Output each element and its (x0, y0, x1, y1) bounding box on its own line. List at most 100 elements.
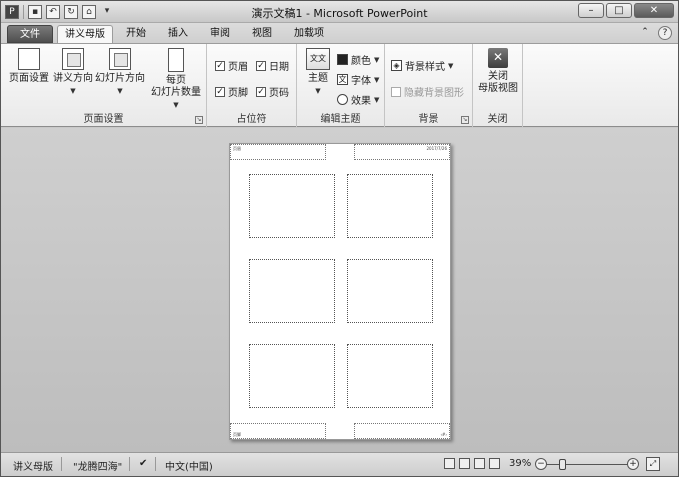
close-master-label-1: 关闭 (488, 71, 508, 82)
tab-addins[interactable]: 加载项 (287, 25, 331, 43)
zoom-level[interactable]: 39% (509, 458, 531, 469)
status-separator (61, 457, 62, 471)
workspace: 页眉 2017/7/26 页脚 ‹#› (1, 128, 678, 452)
handout-page: 页眉 2017/7/26 页脚 ‹#› (229, 143, 451, 440)
page-number-placeholder[interactable]: ‹#› (354, 423, 450, 439)
group-label-placeholders: 占位符 (236, 114, 267, 125)
hide-background-graphics-label: 隐藏背景图形 (404, 88, 464, 99)
status-language[interactable]: 中文(中国) (165, 458, 213, 473)
slide-placeholder-2[interactable] (347, 174, 433, 238)
page-setup-button[interactable]: 页面设置 (9, 48, 49, 85)
close-master-label-2: 母版视图 (478, 83, 518, 94)
checkbox-checked-icon: ✓ (215, 60, 225, 71)
fit-to-window-icon[interactable]: ⤢ (646, 457, 660, 471)
tab-right-controls: ⌃ ? (638, 26, 672, 40)
footer-placeholder[interactable]: 页脚 (230, 423, 326, 439)
group-label-page-setup: 页面设置 (83, 114, 124, 125)
dropdown-arrow-icon: ▼ (173, 101, 179, 109)
slides-per-page-button[interactable]: 每页 幻灯片数量 ▼ (147, 48, 205, 111)
dropdown-arrow-icon: ▼ (70, 87, 76, 95)
slides-per-page-label-2: 幻灯片数量 ▼ (147, 87, 205, 111)
background-styles-button[interactable]: ◈ 背景样式 ▼ (391, 58, 453, 73)
dropdown-arrow-icon: ▼ (315, 87, 321, 95)
background-styles-label: 背景样式 (405, 62, 445, 73)
minimize-button[interactable]: – (578, 3, 604, 18)
dropdown-arrow-icon: ▼ (448, 61, 454, 70)
group-edit-theme: 文文 主题 ▼ 颜色 ▼ 文 字体 ▼ 效果 ▼ 编辑主题 (297, 44, 385, 127)
tab-view[interactable]: 视图 (245, 25, 279, 43)
handout-orientation-button[interactable]: 讲义方向 ▼ (51, 48, 95, 97)
group-label-background: 背景 (418, 114, 439, 125)
header-checkbox[interactable]: ✓ 页眉 (215, 58, 248, 73)
dialog-launcher-icon[interactable]: ↘ (195, 116, 203, 124)
group-background: ◈ 背景样式 ▼ 隐藏背景图形 背景 ↘ (385, 44, 473, 127)
header-checkbox-label: 页眉 (228, 62, 248, 73)
effects-button[interactable]: 效果 ▼ (337, 92, 379, 107)
tab-handout-master[interactable]: 讲义母版 (57, 25, 113, 43)
slide-placeholder-3[interactable] (249, 259, 335, 323)
dialog-launcher-icon[interactable]: ↘ (461, 116, 469, 124)
themes-icon: 文文 (306, 48, 330, 70)
close-icon: ✕ (488, 48, 508, 68)
slideshow-view-icon[interactable] (489, 458, 500, 469)
hide-background-graphics-checkbox[interactable]: 隐藏背景图形 (391, 84, 464, 99)
tab-insert[interactable]: 插入 (161, 25, 195, 43)
colors-button[interactable]: 颜色 ▼ (337, 52, 379, 67)
checkbox-checked-icon: ✓ (215, 86, 225, 97)
spell-check-icon[interactable]: ✔ (139, 458, 147, 469)
zoom-in-button[interactable]: + (627, 458, 639, 470)
status-theme[interactable]: "龙腾四海" (73, 458, 122, 473)
window-title: 演示文稿1 - Microsoft PowerPoint (251, 7, 428, 20)
slide-placeholder-1[interactable] (249, 174, 335, 238)
handout-orientation-icon (62, 48, 84, 70)
colors-icon (337, 54, 348, 65)
slide-orientation-button[interactable]: 幻灯片方向 ▼ (95, 48, 145, 97)
close-master-view-button[interactable]: ✕ 关闭 母版视图 (475, 48, 521, 95)
page-number-checkbox[interactable]: ✓ 页码 (256, 84, 289, 99)
help-icon[interactable]: ? (658, 26, 672, 40)
header-placeholder[interactable]: 页眉 (230, 144, 326, 160)
fonts-button[interactable]: 文 字体 ▼ (337, 72, 379, 87)
slide-placeholder-4[interactable] (347, 259, 433, 323)
collapse-ribbon-icon[interactable]: ⌃ (638, 26, 652, 40)
normal-view-icon[interactable] (444, 458, 455, 469)
handout-orientation-label: 讲义方向 (53, 73, 93, 84)
page-setup-icon (18, 48, 40, 70)
group-close: ✕ 关闭 母版视图 关闭 (473, 44, 523, 127)
slide-sorter-view-icon[interactable] (459, 458, 470, 469)
dropdown-arrow-icon: ▼ (117, 87, 123, 95)
ribbon-tabs: 文件 讲义母版 开始 插入 审阅 视图 加载项 ⌃ ? (1, 23, 678, 43)
reading-view-icon[interactable] (474, 458, 485, 469)
status-view: 讲义母版 (13, 462, 53, 473)
slide-placeholder-6[interactable] (347, 344, 433, 408)
effects-icon (337, 94, 348, 105)
tab-file[interactable]: 文件 (7, 25, 53, 43)
slide-placeholder-5[interactable] (249, 344, 335, 408)
group-page-setup: 页面设置 讲义方向 ▼ 幻灯片方向 ▼ 每页 幻灯片数量 ▼ 页面设置 ↘ (1, 44, 207, 127)
footer-checkbox[interactable]: ✓ 页脚 (215, 84, 248, 99)
page-setup-label: 页面设置 (9, 73, 49, 84)
themes-label: 主题 (308, 73, 328, 84)
ribbon: 页面设置 讲义方向 ▼ 幻灯片方向 ▼ 每页 幻灯片数量 ▼ 页面设置 ↘ ✓ … (1, 43, 678, 127)
date-placeholder-text: 2017/7/26 (426, 146, 447, 151)
checkbox-checked-icon: ✓ (256, 60, 266, 71)
themes-button[interactable]: 文文 主题 ▼ (303, 48, 333, 97)
status-bar: 讲义母版 "龙腾四海" ✔ 中文(中国) 39% − + ⤢ (1, 452, 678, 476)
maximize-button[interactable]: □ (606, 3, 632, 18)
group-label-close: 关闭 (487, 114, 508, 125)
tab-home[interactable]: 开始 (119, 25, 153, 43)
status-separator (155, 457, 156, 471)
close-button[interactable]: ✕ (634, 3, 674, 18)
zoom-slider-thumb[interactable] (559, 459, 566, 470)
fonts-icon: 文 (337, 74, 348, 85)
group-placeholders: ✓ 页眉 ✓ 日期 ✓ 页脚 ✓ 页码 占位符 (207, 44, 297, 127)
slides-per-page-label-2-text: 幻灯片数量 (151, 87, 201, 98)
date-checkbox-label: 日期 (269, 62, 289, 73)
date-placeholder[interactable]: 2017/7/26 (354, 144, 450, 160)
checkbox-checked-icon: ✓ (256, 86, 266, 97)
date-checkbox[interactable]: ✓ 日期 (256, 58, 289, 73)
tab-review[interactable]: 审阅 (203, 25, 237, 43)
dropdown-arrow-icon: ▼ (374, 75, 380, 84)
dropdown-arrow-icon: ▼ (374, 95, 380, 104)
group-label-edit-theme: 编辑主题 (320, 114, 361, 125)
